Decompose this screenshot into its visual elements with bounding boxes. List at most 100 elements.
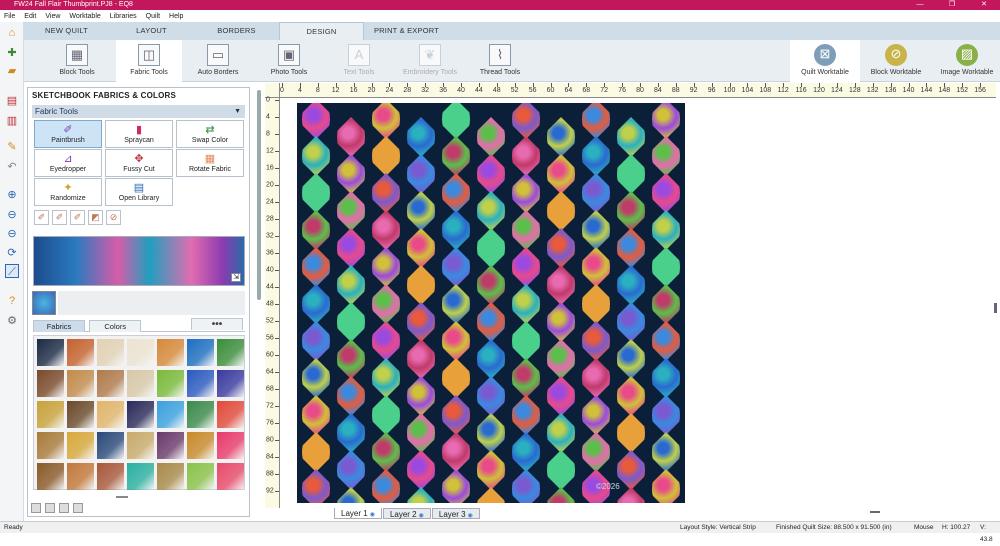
quilt-leaf-patch[interactable] <box>372 103 400 139</box>
fabric-swatch[interactable] <box>217 463 244 490</box>
quilt-leaf-patch[interactable] <box>407 154 435 194</box>
quilt-leaf-patch[interactable] <box>477 487 505 503</box>
rotate-fabric-button[interactable]: ▦ Rotate Fabric <box>176 149 244 177</box>
quilt-leaf-patch[interactable] <box>302 395 330 435</box>
quilt-leaf-patch[interactable] <box>372 136 400 176</box>
expand-preview-icon[interactable]: ⇲ <box>231 273 241 282</box>
ruler-icon[interactable]: ⟋ <box>5 264 19 278</box>
quilt-leaf-patch[interactable] <box>372 432 400 472</box>
quilt-leaf-patch[interactable] <box>512 469 540 503</box>
fabric-swatch[interactable] <box>217 401 244 428</box>
fabric-swatch[interactable] <box>187 401 214 428</box>
quilt-leaf-patch[interactable] <box>477 450 505 490</box>
quilt-leaf-patch[interactable] <box>337 413 365 453</box>
zoom-out-icon[interactable]: ⊖ <box>5 208 19 222</box>
quilt-leaf-patch[interactable] <box>477 117 505 157</box>
quilt-leaf-patch[interactable] <box>337 154 365 194</box>
fabric-swatch[interactable] <box>67 339 94 366</box>
quilt-leaf-patch[interactable] <box>477 339 505 379</box>
tab-layout[interactable]: LAYOUT <box>109 22 194 40</box>
tab-borders[interactable]: BORDERS <box>194 22 279 40</box>
quilt-leaf-patch[interactable] <box>512 284 540 324</box>
quilt-leaf-patch[interactable] <box>652 469 680 503</box>
quilt-leaf-patch[interactable] <box>302 136 330 176</box>
fabric-swatch[interactable] <box>37 401 64 428</box>
zoom-fit-icon[interactable]: ⊖ <box>5 227 19 241</box>
vertical-scroll-thumb[interactable] <box>994 303 997 313</box>
fabric-swatch[interactable] <box>217 370 244 397</box>
quilt-leaf-patch[interactable] <box>617 154 645 194</box>
fabric-swatch[interactable] <box>97 370 124 397</box>
quilt-leaf-patch[interactable] <box>547 302 575 342</box>
zoom-in-icon[interactable]: ⊕ <box>5 188 19 202</box>
embroidery-tools-button[interactable]: ❦ Embroidery Tools <box>396 40 464 82</box>
auto-borders-button[interactable]: ▭ Auto Borders <box>192 40 244 82</box>
quilt-leaf-patch[interactable] <box>337 117 365 157</box>
menu-edit[interactable]: Edit <box>24 13 36 20</box>
quilt-leaf-patch[interactable] <box>652 395 680 435</box>
menu-view[interactable]: View <box>45 13 60 20</box>
block-tools-button[interactable]: ▦ Block Tools <box>54 40 100 82</box>
quilt-leaf-patch[interactable] <box>547 339 575 379</box>
quilt-leaf-patch[interactable] <box>512 432 540 472</box>
fabric-swatch[interactable] <box>217 339 244 366</box>
fabric-swatch[interactable] <box>97 401 124 428</box>
fabric-swatch[interactable] <box>187 432 214 459</box>
quilt-leaf-patch[interactable] <box>337 450 365 490</box>
tab-print-export[interactable]: PRINT & EXPORT <box>364 22 449 40</box>
undo-icon[interactable]: ↶ <box>5 160 19 174</box>
more-options-icon[interactable]: ••• <box>191 318 243 330</box>
quilt-leaf-patch[interactable] <box>407 191 435 231</box>
quilt-leaf-patch[interactable] <box>407 302 435 342</box>
quilt-leaf-patch[interactable] <box>547 154 575 194</box>
fabric-swatch[interactable] <box>67 432 94 459</box>
quilt-leaf-patch[interactable] <box>372 395 400 435</box>
quilt-leaf-patch[interactable] <box>617 487 645 503</box>
quilt-leaf-patch[interactable] <box>407 265 435 305</box>
quilt-leaf-patch[interactable] <box>442 395 470 435</box>
fabric-swatch[interactable] <box>157 339 184 366</box>
quilt-leaf-patch[interactable] <box>302 103 330 139</box>
quilt-leaf-patch[interactable] <box>652 173 680 213</box>
quilt-leaf-patch[interactable] <box>512 136 540 176</box>
quilt-leaf-patch[interactable] <box>442 103 470 139</box>
quilt-leaf-patch[interactable] <box>477 413 505 453</box>
fabric-swatch[interactable] <box>217 432 244 459</box>
view-large-button[interactable] <box>31 503 41 513</box>
fabric-swatch[interactable] <box>157 401 184 428</box>
quilt-leaf-patch[interactable] <box>512 247 540 287</box>
quilt-leaf-patch[interactable] <box>547 450 575 490</box>
quilt-leaf-patch[interactable] <box>442 210 470 250</box>
tab-fabrics[interactable]: Fabrics <box>33 320 85 332</box>
quilt-leaf-patch[interactable] <box>442 432 470 472</box>
quilt-leaf-patch[interactable] <box>582 210 610 250</box>
quilt-leaf-patch[interactable] <box>652 321 680 361</box>
quilt-leaf-patch[interactable] <box>547 265 575 305</box>
quilt-leaf-patch[interactable] <box>477 376 505 416</box>
fabric-swatch[interactable] <box>37 432 64 459</box>
quilt-leaf-patch[interactable] <box>442 247 470 287</box>
open-folder-icon[interactable]: ▰ <box>5 64 19 78</box>
quilt-leaf-patch[interactable] <box>372 247 400 287</box>
selected-fabric-swatch[interactable] <box>32 291 56 315</box>
quilt-leaf-patch[interactable] <box>617 191 645 231</box>
quilt-leaf-patch[interactable] <box>407 413 435 453</box>
quilt-leaf-patch[interactable] <box>442 469 470 503</box>
quilt-leaf-patch[interactable] <box>302 321 330 361</box>
quilt-leaf-patch[interactable] <box>617 413 645 453</box>
add-to-project-icon[interactable]: ▤ <box>5 94 19 108</box>
layer-2-visibility-icon[interactable]: ◉ <box>419 513 424 519</box>
quilt-leaf-patch[interactable] <box>582 321 610 361</box>
tab-layer-3[interactable]: Layer 3 ◉ <box>431 508 480 519</box>
text-tools-button[interactable]: A Text Tools <box>336 40 382 82</box>
quilt-leaf-patch[interactable] <box>407 228 435 268</box>
gear-icon[interactable]: ⚙ <box>5 314 19 328</box>
quilt-leaf-patch[interactable] <box>547 228 575 268</box>
quilt-leaf-patch[interactable] <box>407 117 435 157</box>
minimize-button[interactable]: — <box>904 0 936 10</box>
fabric-swatch[interactable] <box>127 339 154 366</box>
quilt-leaf-patch[interactable] <box>652 210 680 250</box>
quilt-leaf-patch[interactable] <box>302 469 330 503</box>
fabric-swatch[interactable] <box>157 370 184 397</box>
fabric-swatch[interactable] <box>127 370 154 397</box>
